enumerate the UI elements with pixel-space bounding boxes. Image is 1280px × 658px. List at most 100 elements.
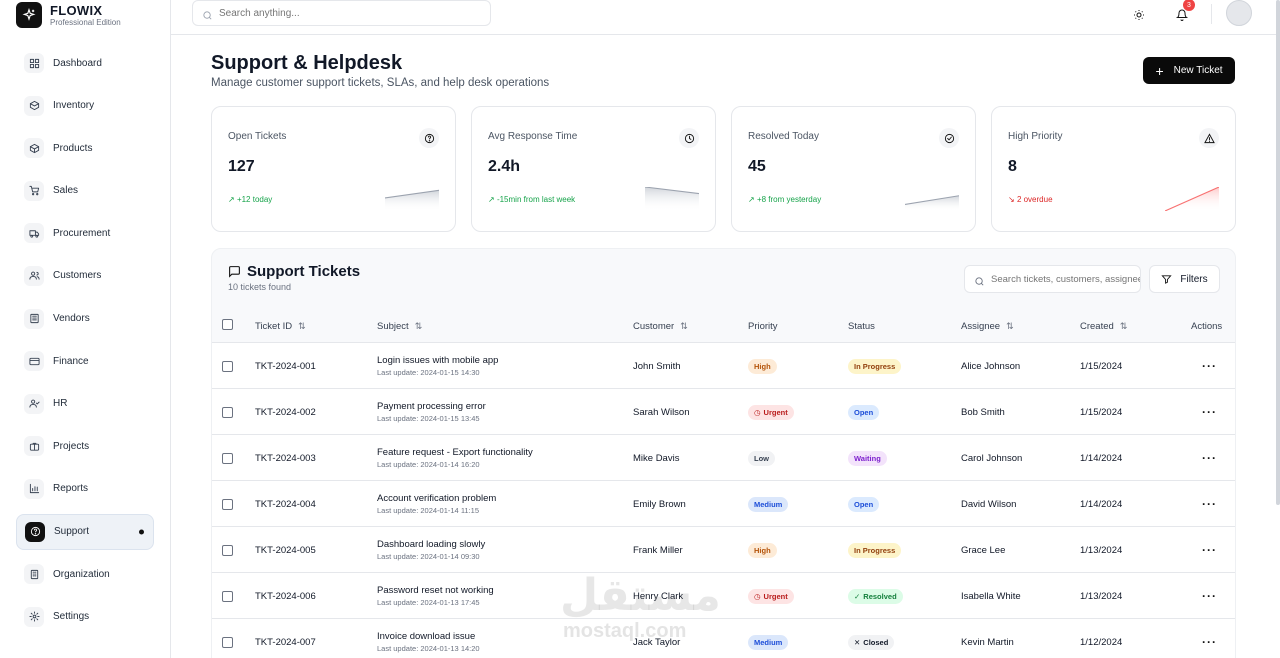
theme-toggle-button[interactable] (1130, 6, 1148, 24)
ticket-id[interactable]: TKT-2024-003 (255, 435, 316, 481)
global-search[interactable] (192, 0, 491, 26)
column-created[interactable]: Created ⇅ (1080, 321, 1127, 332)
row-checkbox[interactable] (222, 527, 233, 573)
row-actions-menu-icon[interactable]: ··· (1202, 481, 1217, 527)
ticket-subject[interactable]: Login issues with mobile app Last update:… (377, 343, 498, 389)
sidebar-item-dashboard[interactable]: Dashboard (16, 45, 154, 81)
sidebar-item-products[interactable]: Products (16, 130, 154, 166)
sidebar-item-organization[interactable]: Organization (16, 556, 154, 592)
stat-value: 8 (1008, 158, 1017, 175)
page-scrollbar[interactable] (1276, 0, 1280, 505)
table-row[interactable]: TKT-2024-005 Dashboard loading slowly Last… (212, 526, 1235, 573)
column-subject[interactable]: Subject ⇅ (377, 321, 422, 332)
trend-up-icon: ↗ (488, 195, 495, 204)
sidebar-item-sales[interactable]: Sales (16, 173, 154, 209)
building-icon (24, 308, 44, 329)
sidebar-item-procurement[interactable]: Procurement (16, 215, 154, 251)
trend-up-icon: ↗ (748, 195, 755, 204)
user-check-icon (24, 393, 44, 414)
ticket-subject[interactable]: Dashboard loading slowly Last update: 202… (377, 527, 485, 573)
sidebar-item-label: HR (53, 398, 68, 410)
row-actions-menu-icon[interactable]: ··· (1202, 343, 1217, 389)
row-actions-menu-icon[interactable]: ··· (1202, 389, 1217, 435)
sidebar-item-customers[interactable]: Customers (16, 258, 154, 294)
brand[interactable]: FLOWIX Professional Edition (16, 0, 121, 30)
sidebar-item-settings[interactable]: Settings (16, 599, 154, 635)
sidebar-item-label: Inventory (53, 100, 95, 112)
stat-card-avg-response-time[interactable]: Avg Response Time 2.4h ↗ -15min from last … (471, 106, 716, 232)
ticket-subject[interactable]: Invoice download issue Last update: 2024-… (377, 619, 480, 658)
row-actions-menu-icon[interactable]: ··· (1202, 435, 1217, 481)
stat-card-resolved-today[interactable]: Resolved Today 45 ↗ +8 from yesterday (731, 106, 976, 232)
sidebar-item-vendors[interactable]: Vendors (16, 301, 154, 337)
sidebar-item-reports[interactable]: Reports (16, 471, 154, 507)
stat-value: 2.4h (488, 158, 521, 175)
filters-button[interactable]: Filters (1149, 265, 1220, 293)
table-row[interactable]: TKT-2024-007 Invoice download issue Last u… (212, 618, 1235, 658)
table-row[interactable]: TKT-2024-004 Account verification problem… (212, 480, 1235, 527)
row-checkbox[interactable] (222, 389, 233, 435)
sidebar-item-projects[interactable]: Projects (16, 428, 154, 464)
row-actions-menu-icon[interactable]: ··· (1202, 527, 1217, 573)
notifications-button[interactable]: 3 (1173, 0, 1195, 24)
ticket-id[interactable]: TKT-2024-001 (255, 343, 316, 389)
ticket-id[interactable]: TKT-2024-002 (255, 389, 316, 435)
tickets-panel: Support Tickets 10 tickets found Filters… (211, 248, 1236, 658)
bar-chart-icon (24, 478, 44, 499)
global-search-input[interactable] (219, 7, 490, 19)
priority-badge: High (748, 527, 777, 573)
ticket-assignee: Bob Smith (961, 406, 1005, 418)
table-row[interactable]: TKT-2024-002 Payment processing error Last… (212, 388, 1235, 435)
row-checkbox[interactable] (222, 619, 233, 658)
sparkline (385, 189, 439, 211)
table-row[interactable]: TKT-2024-003 Feature request - Export fun… (212, 434, 1235, 481)
user-avatar[interactable] (1226, 0, 1252, 26)
ticket-assignee: David Wilson (961, 498, 1017, 510)
ticket-subject[interactable]: Account verification problem Last update:… (377, 481, 496, 527)
table-row[interactable]: TKT-2024-006 Password reset not working La… (212, 572, 1235, 619)
row-checkbox[interactable] (222, 481, 233, 527)
tickets-search[interactable] (964, 265, 1141, 293)
help-circle-icon (25, 521, 45, 542)
ticket-id[interactable]: TKT-2024-004 (255, 481, 316, 527)
ticket-subject[interactable]: Feature request - Export functionality La… (377, 435, 533, 481)
stat-label: Resolved Today (748, 131, 819, 142)
column-ticket-id[interactable]: Ticket ID ⇅ (255, 321, 306, 332)
row-actions-menu-icon[interactable]: ··· (1202, 573, 1217, 619)
sidebar-item-inventory[interactable]: Inventory (16, 88, 154, 124)
ticket-subject[interactable]: Password reset not working Last update: 2… (377, 573, 494, 619)
ticket-id[interactable]: TKT-2024-007 (255, 619, 316, 658)
column-assignee[interactable]: Assignee ⇅ (961, 321, 1014, 332)
alert-circle-icon: ◷ (754, 407, 761, 417)
status-badge: Open (848, 481, 880, 527)
row-checkbox[interactable] (222, 573, 233, 619)
sidebar-item-label: Products (53, 142, 93, 154)
ticket-id[interactable]: TKT-2024-006 (255, 573, 316, 619)
new-ticket-button[interactable]: + New Ticket (1143, 57, 1235, 84)
sidebar-item-label: Organization (53, 568, 110, 580)
trend-down-icon: ↘ (1008, 195, 1015, 204)
table-header: Ticket ID ⇅ Subject ⇅ Customer ⇅ Priority S… (212, 312, 1235, 342)
column-customer[interactable]: Customer ⇅ (633, 321, 688, 332)
ticket-id[interactable]: TKT-2024-005 (255, 527, 316, 573)
table-row[interactable]: TKT-2024-001 Login issues with mobile app… (212, 342, 1235, 389)
row-actions-menu-icon[interactable]: ··· (1202, 619, 1217, 658)
row-checkbox[interactable] (222, 435, 233, 481)
check-circle-icon (939, 128, 959, 148)
search-icon (974, 274, 985, 292)
sidebar-item-finance[interactable]: Finance (16, 343, 154, 379)
row-checkbox[interactable] (222, 343, 233, 389)
select-all-checkbox[interactable] (222, 319, 233, 330)
sidebar-item-label: Finance (53, 355, 89, 367)
sidebar-item-hr[interactable]: HR (16, 386, 154, 422)
brand-edition: Professional Edition (50, 17, 121, 27)
x-icon: ✕ (854, 637, 861, 647)
stat-card-open-tickets[interactable]: Open Tickets 127 ↗ +12 today (211, 106, 456, 232)
ticket-subject[interactable]: Payment processing error Last update: 202… (377, 389, 486, 435)
stat-card-high-priority[interactable]: High Priority 8 ↘ 2 overdue (991, 106, 1236, 232)
tickets-search-input[interactable] (991, 273, 1140, 285)
sidebar-item-support[interactable]: Support (16, 513, 154, 550)
box-icon (24, 95, 44, 116)
package-icon (24, 138, 44, 159)
status-badge: ✓ Resolved (848, 573, 903, 619)
